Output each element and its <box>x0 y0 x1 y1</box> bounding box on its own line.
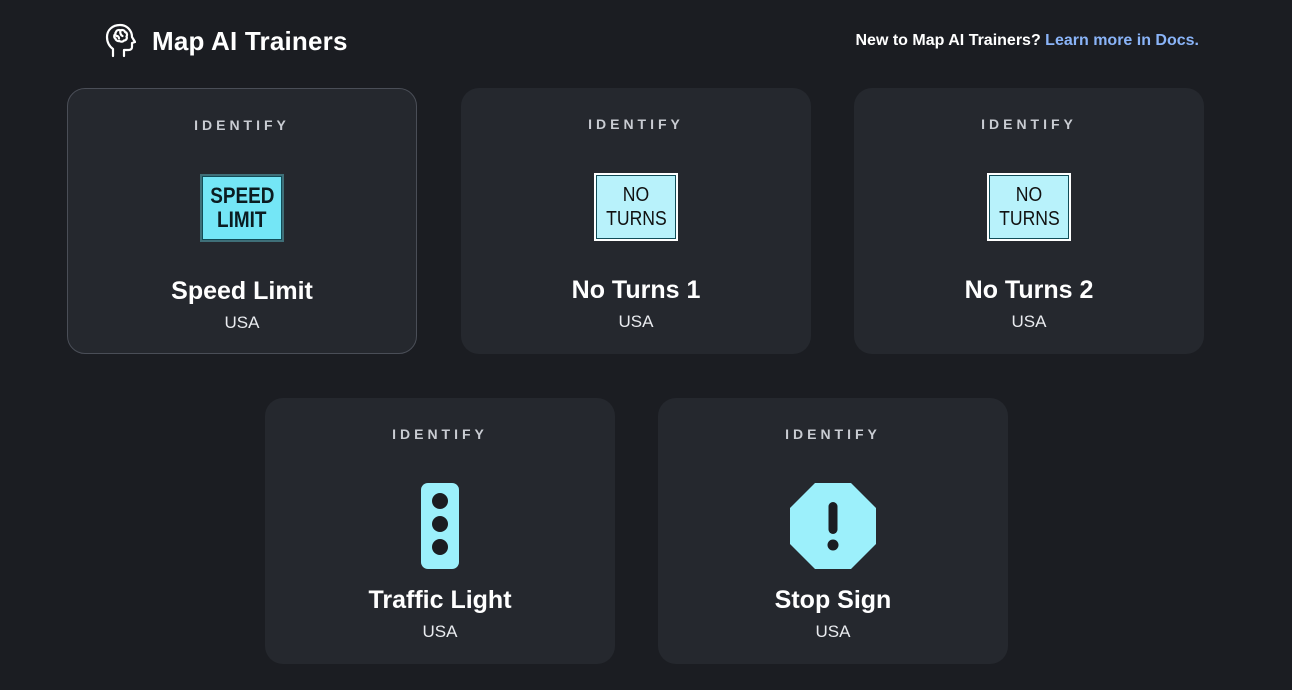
traffic-light-icon <box>395 482 485 569</box>
sign-text-line: LIMIT <box>217 207 267 232</box>
sign-plate: NO TURNS <box>987 173 1071 241</box>
trainer-card-traffic-light[interactable]: IDENTIFY Traffic Light USA <box>265 398 615 664</box>
sign-plate: SPEED LIMIT <box>200 174 284 242</box>
speed-limit-sign-icon: SPEED LIMIT <box>197 173 287 243</box>
head-with-brain-icon <box>104 22 137 58</box>
card-kicker: IDENTIFY <box>194 117 290 133</box>
card-region: USA <box>422 622 458 641</box>
card-title: No Turns 2 <box>964 276 1094 304</box>
card-region: USA <box>224 313 260 332</box>
sign-text-line: NO <box>1015 184 1043 206</box>
no-turns-sign-icon: NO TURNS <box>591 172 681 242</box>
card-kicker: IDENTIFY <box>785 426 881 442</box>
card-region: USA <box>618 312 654 331</box>
trainer-card-no-turns-2[interactable]: IDENTIFY NO TURNS No Turns 2 USA <box>854 88 1204 354</box>
card-region: USA <box>815 622 851 641</box>
app-header: Map AI Trainers New to Map AI Trainers? … <box>0 0 1292 82</box>
card-kicker: IDENTIFY <box>392 426 488 442</box>
card-title: Stop Sign <box>774 586 892 614</box>
sign-text-line: TURNS <box>605 208 667 230</box>
sign-text-line: SPEED <box>209 183 275 208</box>
docs-link[interactable]: Learn more in Docs. <box>1045 32 1199 49</box>
card-title: Traffic Light <box>368 586 512 614</box>
docs-prompt: New to Map AI Trainers? Learn more in Do… <box>856 30 1200 52</box>
sign-plate: NO TURNS <box>594 173 678 241</box>
trainer-card-no-turns-1[interactable]: IDENTIFY NO TURNS No Turns 1 USA <box>461 88 811 354</box>
trainer-card-speed-limit[interactable]: IDENTIFY SPEED LIMIT Speed Limit USA <box>67 88 417 354</box>
card-kicker: IDENTIFY <box>588 116 684 132</box>
card-region: USA <box>1011 312 1047 331</box>
card-title: No Turns 1 <box>571 276 701 304</box>
card-kicker: IDENTIFY <box>981 116 1077 132</box>
sign-text-line: NO <box>622 184 650 206</box>
no-turns-sign-icon: NO TURNS <box>984 172 1074 242</box>
card-title: Speed Limit <box>171 277 313 305</box>
docs-prompt-text: New to Map AI Trainers? <box>855 32 1041 49</box>
sign-text-line: TURNS <box>998 208 1060 230</box>
trainer-card-stop-sign[interactable]: IDENTIFY Stop Sign USA <box>658 398 1008 664</box>
app-title: Map AI Trainers <box>152 26 348 56</box>
stop-sign-icon <box>788 482 878 569</box>
